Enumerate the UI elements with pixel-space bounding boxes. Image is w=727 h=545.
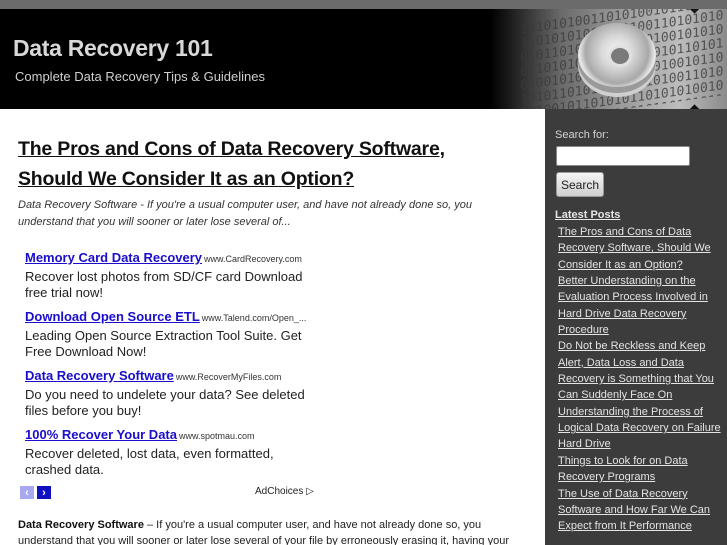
ad-title-link[interactable]: 100% Recover Your Data xyxy=(25,427,177,442)
site-title[interactable]: Data Recovery 101 xyxy=(13,35,213,62)
ad-url[interactable]: www.spotmau.com xyxy=(179,431,255,441)
ad-url[interactable]: www.RecoverMyFiles.com xyxy=(176,372,282,382)
ad-item: Memory Card Data Recovery www.CardRecover… xyxy=(25,249,320,301)
ad-url[interactable]: www.CardRecovery.com xyxy=(204,254,302,264)
hard-drive-image: 1010101001101010010110101011010101001010… xyxy=(490,9,727,109)
latest-post-link[interactable]: The Pros and Cons of Data Recovery Softw… xyxy=(558,226,711,271)
top-bar xyxy=(0,0,727,9)
latest-post-link[interactable]: The Use of Data Recovery Software and Ho… xyxy=(558,488,710,533)
latest-post-item: Do Not be Reckless and Keep Alert, Data … xyxy=(558,338,723,403)
spindle-icon xyxy=(578,23,656,87)
adchoices-link[interactable]: AdChoices ▷ xyxy=(255,486,314,497)
search-button[interactable]: Search xyxy=(556,172,604,197)
ad-item: 100% Recover Your Data www.spotmau.com Re… xyxy=(25,426,320,478)
ad-description: Recover deleted, lost data, even formatt… xyxy=(25,446,274,477)
ad-title-link[interactable]: Data Recovery Software xyxy=(25,368,174,383)
latest-post-item: Better Understanding on the Evaluation P… xyxy=(558,273,723,338)
latest-post-link[interactable]: Do Not be Reckless and Keep Alert, Data … xyxy=(558,340,714,401)
latest-posts-heading: Latest Posts xyxy=(555,209,621,221)
latest-post-item: The Use of Data Recovery Software and Ho… xyxy=(558,486,723,535)
post-title-link[interactable]: The Pros and Cons of Data Recovery Softw… xyxy=(18,134,488,194)
latest-posts-list: The Pros and Cons of Data Recovery Softw… xyxy=(558,224,723,535)
latest-post-item: Understanding the Process of Logical Dat… xyxy=(558,404,723,453)
latest-post-item: Things to Look for on Data Recovery Prog… xyxy=(558,453,723,486)
main-content: The Pros and Cons of Data Recovery Softw… xyxy=(0,109,545,545)
chevron-right-icon[interactable]: › xyxy=(37,486,51,499)
ad-url[interactable]: www.Talend.com/Open_... xyxy=(202,313,307,323)
post-body-lead: Data Recovery Software xyxy=(18,519,144,531)
platter-rim xyxy=(670,9,727,109)
ad-block: Memory Card Data Recovery www.CardRecover… xyxy=(25,249,320,485)
post-excerpt: Data Recovery Software - If you're a usu… xyxy=(18,199,472,228)
search-input[interactable] xyxy=(556,146,690,166)
ad-description: Leading Open Source Extraction Tool Suit… xyxy=(25,328,302,359)
latest-post-item: The Pros and Cons of Data Recovery Softw… xyxy=(558,224,723,273)
ad-pager: ‹ › xyxy=(20,486,51,499)
site-header: Data Recovery 101 Complete Data Recovery… xyxy=(0,9,727,109)
ad-title-link[interactable]: Memory Card Data Recovery xyxy=(25,250,202,265)
ad-description: Do you need to undelete your data? See d… xyxy=(25,387,305,418)
search-label: Search for: xyxy=(555,129,609,141)
ad-item: Data Recovery Software www.RecoverMyFiles… xyxy=(25,367,320,419)
post-body: Data Recovery Software – If you're a usu… xyxy=(18,517,528,545)
latest-post-link[interactable]: Understanding the Process of Logical Dat… xyxy=(558,406,721,451)
latest-post-link[interactable]: Things to Look for on Data Recovery Prog… xyxy=(558,455,688,483)
chevron-left-icon[interactable]: ‹ xyxy=(20,486,34,499)
ad-title-link[interactable]: Download Open Source ETL xyxy=(25,309,200,324)
ad-item: Download Open Source ETL www.Talend.com/O… xyxy=(25,308,320,360)
ad-description: Recover lost photos from SD/CF card Down… xyxy=(25,269,303,300)
latest-post-link[interactable]: Better Understanding on the Evaluation P… xyxy=(558,275,708,336)
site-tagline: Complete Data Recovery Tips & Guidelines xyxy=(15,69,266,84)
sidebar: Search for: Search Latest Posts The Pros… xyxy=(545,109,727,545)
